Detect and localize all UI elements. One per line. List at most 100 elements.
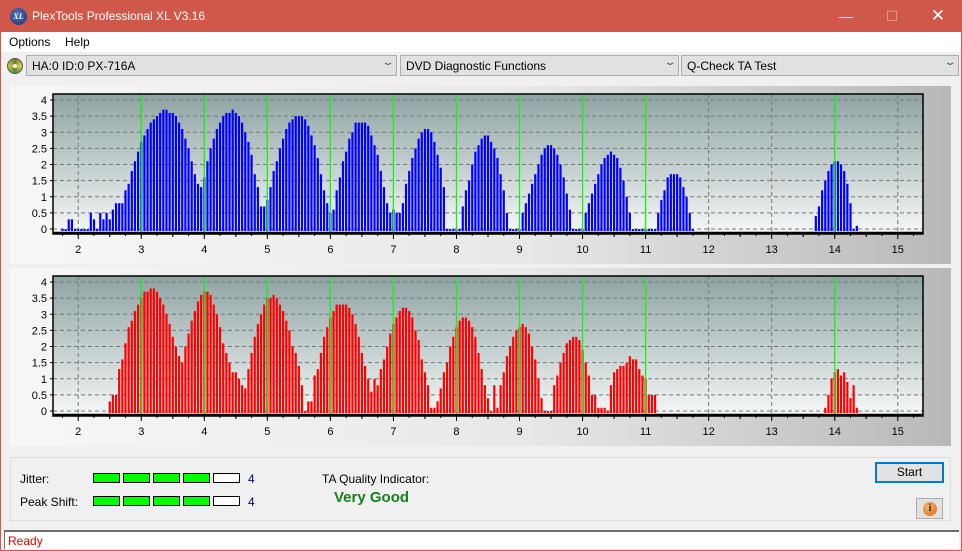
ta-bar (398, 212, 401, 231)
ta-bar (105, 212, 108, 231)
ta-bar (594, 394, 597, 413)
ta-bar (288, 122, 291, 231)
ta-bar (291, 119, 294, 231)
ta-bar (669, 174, 672, 231)
ta-bar (316, 369, 319, 413)
menu-help[interactable]: Help (65, 35, 90, 49)
ta-bar (606, 154, 609, 231)
x-tick-label: 14 (829, 426, 841, 438)
ta-bar (534, 359, 537, 413)
y-tick-label: 1 (41, 374, 47, 386)
ta-bar (171, 112, 174, 231)
ta-bar (250, 352, 253, 413)
ta-bar (572, 336, 575, 413)
ta-bar (121, 203, 124, 231)
ta-bar (99, 212, 102, 231)
ta-bar (228, 112, 231, 231)
ta-bar (449, 229, 452, 231)
ta-bar (439, 388, 442, 413)
ta-bar (159, 112, 162, 231)
x-tick-label: 4 (201, 244, 207, 256)
ta-bar (505, 212, 509, 231)
ta-bar (556, 375, 559, 413)
ta-bar (575, 229, 578, 231)
ta-bar (411, 158, 414, 231)
ta-bar (852, 385, 855, 413)
ta-bar (515, 330, 518, 413)
ta-bar (635, 359, 638, 413)
ta-bar (118, 369, 121, 413)
ta-bar (474, 336, 477, 413)
ta-bar (676, 174, 679, 231)
menu-options[interactable]: Options (9, 35, 50, 49)
ta-bar (594, 183, 597, 231)
jitter-value: 4 (248, 472, 255, 486)
status-bar: Ready (4, 530, 959, 549)
x-tick-label: 2 (75, 426, 81, 438)
info-button[interactable]: i (916, 498, 943, 519)
ta-bar (631, 229, 635, 231)
ta-bar (461, 206, 464, 231)
ta-bar (310, 135, 313, 231)
ta-bar (263, 304, 266, 413)
y-tick-label: 2 (41, 342, 47, 354)
ta-bar (628, 356, 631, 413)
ta-bar (524, 203, 527, 231)
ta-bar (641, 375, 644, 413)
ta-bar (253, 174, 256, 231)
ta-bar (184, 346, 187, 413)
ta-bar (77, 229, 80, 231)
ta-bar (657, 212, 660, 231)
ta-bar (688, 212, 691, 231)
ta-bar (212, 304, 215, 413)
ta-bar (427, 129, 430, 231)
ta-bar (814, 216, 817, 231)
function-select[interactable]: DVD Diagnostic Functions ⌄ (400, 55, 679, 76)
ta-bar (635, 229, 638, 231)
ta-bar (512, 229, 515, 231)
ta-bar (606, 411, 609, 413)
test-select[interactable]: Q-Check TA Test ⌄ (681, 55, 959, 76)
close-button[interactable]: ✕ (915, 1, 961, 32)
ta-bar (310, 401, 313, 413)
ta-bar (118, 203, 121, 231)
maximize-button[interactable]: ☐ (869, 1, 915, 32)
ta-bar (401, 307, 404, 413)
upper-ta-chart-panel: 0 0.5 1 1.5 2 2.5 3 3.5 4 2 3 4 5 6 7 8 9 10 11 12 13 14 15 (10, 86, 951, 264)
ta-bar (549, 411, 553, 413)
ta-bar (379, 170, 382, 231)
minimize-button[interactable]: — (823, 1, 869, 32)
ta-bar (253, 336, 256, 413)
meter-segment (93, 496, 120, 506)
ta-bar (578, 340, 581, 413)
ta-bar (553, 148, 556, 231)
ta-bar (682, 187, 685, 231)
x-tick-label: 11 (640, 426, 651, 438)
drive-select[interactable]: HA:0 ID:0 PX-716A ⌄ (26, 55, 397, 76)
status-text: Ready (8, 534, 43, 548)
ta-bar (628, 212, 631, 231)
ta-bar (218, 122, 222, 231)
chevron-down-icon: ⌄ (943, 57, 957, 68)
ta-bar (348, 307, 351, 413)
chevron-down-icon: ⌄ (381, 57, 395, 68)
ta-bar (263, 206, 266, 231)
ta-bar (543, 148, 546, 231)
y-tick-label: 0 (41, 406, 47, 418)
ta-bar (111, 394, 114, 413)
ta-bar (373, 378, 376, 413)
ta-bar (297, 116, 300, 231)
ta-bar (565, 193, 568, 231)
start-button[interactable]: Start (875, 462, 944, 483)
ta-bar (83, 229, 86, 231)
ta-bar (625, 196, 628, 231)
ta-bar (572, 229, 575, 231)
ta-bar (521, 323, 524, 413)
ta-bar (619, 365, 622, 413)
y-tick-label: 2 (41, 160, 47, 172)
ta-bar (316, 158, 319, 231)
ta-bar (354, 122, 357, 231)
drive-select-value: HA:0 ID:0 PX-716A (32, 59, 136, 73)
jitter-meter (93, 473, 243, 483)
ta-bar (241, 122, 244, 231)
